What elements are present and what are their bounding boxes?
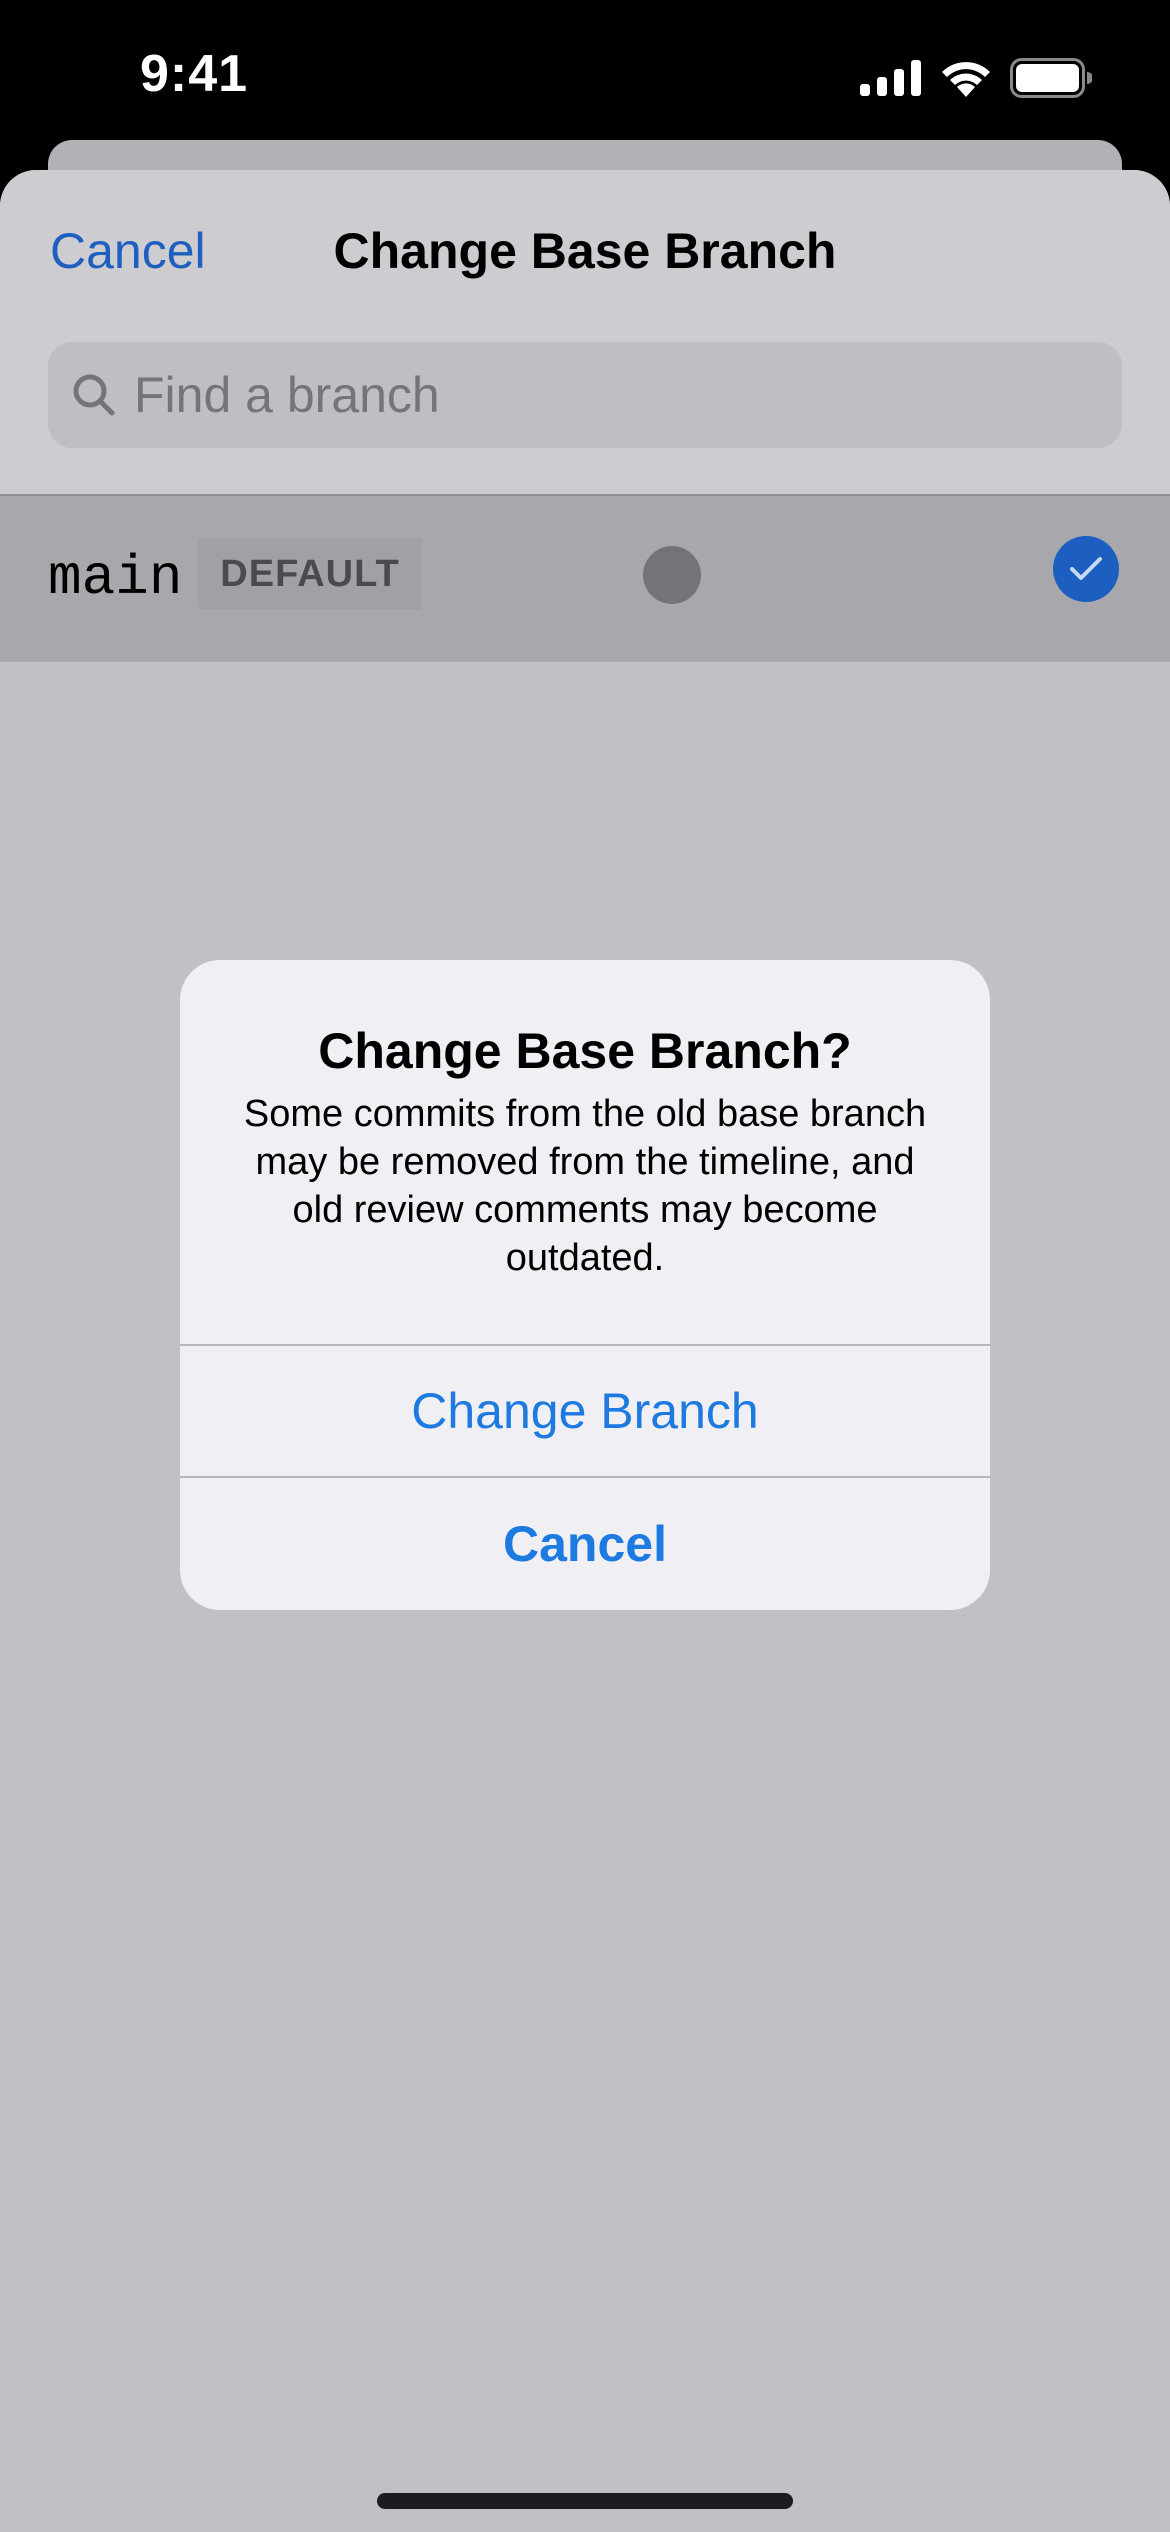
signal-icon xyxy=(860,60,921,96)
wifi-icon xyxy=(942,62,990,97)
branch-row[interactable]: main DEFAULT xyxy=(0,496,1170,662)
search-field[interactable] xyxy=(48,342,1122,448)
alert-cancel-button[interactable]: Cancel xyxy=(180,1478,990,1610)
home-indicator[interactable] xyxy=(377,2493,793,2509)
search-input[interactable] xyxy=(132,365,1036,425)
sheet-title: Change Base Branch xyxy=(333,223,837,279)
branch-name: main xyxy=(48,546,183,610)
touch-indicator xyxy=(643,546,701,604)
alert-title: Change Base Branch? xyxy=(318,1023,852,1079)
status-icons xyxy=(860,58,1092,98)
battery-icon xyxy=(1010,58,1092,98)
search-icon xyxy=(73,374,115,416)
confirm-alert: Change Base Branch? Some commits from th… xyxy=(180,960,990,1610)
selected-checkmark[interactable] xyxy=(1053,536,1119,602)
status-bar: 9:41 xyxy=(0,0,1170,140)
sheet-header: Cancel Change Base Branch xyxy=(0,170,1170,495)
status-time: 9:41 xyxy=(140,45,249,103)
change-branch-button[interactable]: Change Branch xyxy=(180,1346,990,1476)
default-badge: DEFAULT xyxy=(198,538,422,610)
checkmark-icon xyxy=(1070,557,1102,580)
alert-message: Some commits from the old base branch ma… xyxy=(243,1093,927,1279)
